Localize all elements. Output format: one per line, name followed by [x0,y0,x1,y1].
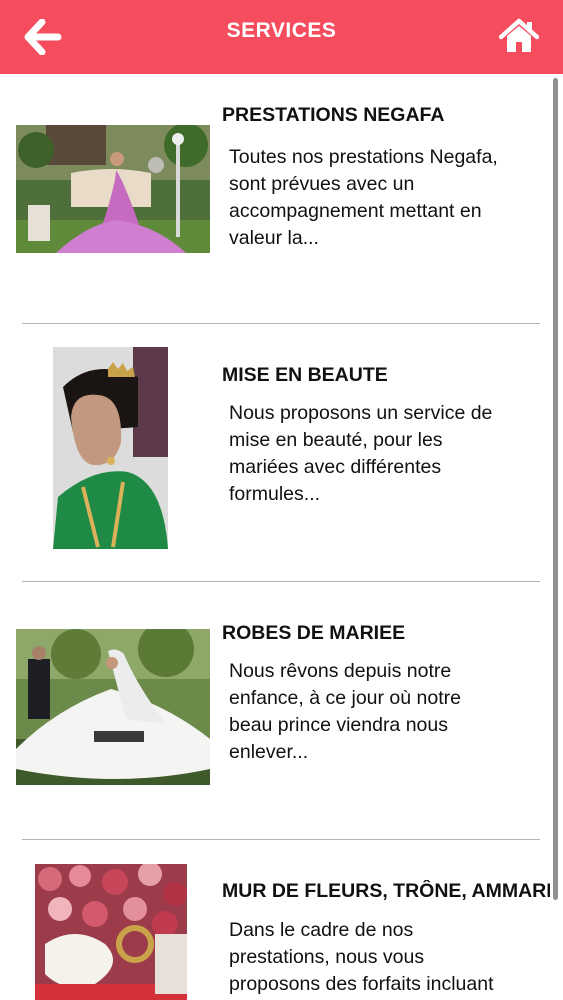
service-description: Toutes nos prestations Negafa, sont prév… [229,146,498,249]
bride-on-throne-photo [16,125,210,253]
home-button[interactable] [497,14,541,58]
bride-makeup-photo [53,347,168,549]
service-item-robes[interactable]: ROBES DE MARIEE Nous rêvons depuis notre… [0,582,550,840]
services-list: PRESTATIONS NEGAFA Toutes nos prestation… [0,74,563,1000]
service-description: Nous rêvons depuis notre enfance, à ce j… [229,660,461,763]
page-title: SERVICES [226,19,337,42]
service-title: MISE EN BEAUTE [222,364,388,386]
top-bar: SERVICES [0,0,563,74]
service-title: ROBES DE MARIEE [222,622,406,644]
service-item-beaute[interactable]: MISE EN BEAUTE Nous proposons un service… [0,324,550,582]
service-item-negafa[interactable]: PRESTATIONS NEGAFA Toutes nos prestation… [0,74,550,324]
service-description: Dans le cadre de nos prestations, nous v… [229,919,494,995]
home-icon [499,18,539,52]
service-item-mur-de-fleurs[interactable]: MUR DE FLEURS, TRÔNE, AMMARIYA Dans le c… [0,840,550,1000]
flower-wall-photo [35,864,187,1000]
service-title: PRESTATIONS NEGAFA [222,104,445,126]
service-title: MUR DE FLEURS, TRÔNE, AMMARIYA [222,880,550,902]
wedding-dress-photo [16,629,210,785]
service-description: Nous proposons un service de mise en bea… [229,402,493,505]
scrollbar[interactable] [553,78,558,900]
